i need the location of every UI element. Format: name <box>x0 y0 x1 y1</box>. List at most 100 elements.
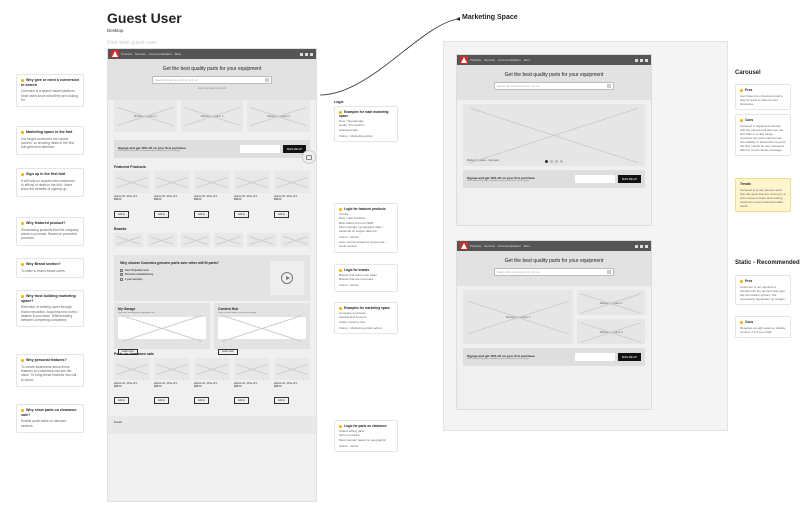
play-icon <box>281 272 293 284</box>
featured-label: Featured Products <box>108 162 316 171</box>
marketing-tile-2[interactable]: Marketing space 2 <box>577 290 645 315</box>
product-card[interactable]: Approx 16 - Price of it$48.00Add to <box>154 171 190 220</box>
variant-static: ProductsServicesCommercialisationMore Ge… <box>456 240 652 410</box>
featured-grid: Approx 16 - Price of it$48.00Add to Appr… <box>108 171 316 224</box>
chat-fab[interactable] <box>302 150 316 164</box>
product-card[interactable]: Approx 16 - Price of it$48.00Add to <box>114 171 150 220</box>
check-icon <box>120 278 123 281</box>
anno-box: Examples for main marketing space New / … <box>334 106 398 142</box>
note-brand: Why Brand section?To cater to brand awar… <box>16 258 84 278</box>
cart-icon[interactable] <box>310 53 313 56</box>
add-to-cart-button[interactable]: Add to <box>274 397 289 404</box>
search-icon[interactable] <box>607 84 611 88</box>
search-input[interactable]: Search with service part #, kit, unit, e… <box>494 82 614 90</box>
search-icon[interactable] <box>607 270 611 274</box>
product-card[interactable]: Approx 16 - Price of it$48.00Add to <box>274 358 310 407</box>
add-to-cart-button[interactable]: Add to <box>154 397 169 404</box>
signup-button[interactable]: SIGN ME UP <box>618 353 641 361</box>
note-clearance: Why show parts on clearance sale?Enable … <box>16 404 84 433</box>
variant-carousel: ProductsServicesCommercialisationMore Ge… <box>456 54 652 226</box>
search-placeholder: Search with service part #, kit, unit, e… <box>155 79 198 82</box>
user-icon[interactable] <box>640 59 643 62</box>
product-card[interactable]: Approx 16 - Price of it$48.00Add to <box>234 171 270 220</box>
note-static-cons: ConsRequires enough space to display con… <box>735 316 791 338</box>
add-to-cart-button[interactable]: Add to <box>114 211 129 218</box>
signup-button[interactable]: SIGN ME UP <box>618 175 641 183</box>
hub-illustration <box>218 317 306 339</box>
user-icon[interactable] <box>640 245 643 248</box>
signup-email-field[interactable] <box>575 353 615 361</box>
learn-more-button[interactable]: Learn more <box>218 349 238 355</box>
brand-tile[interactable] <box>214 233 243 247</box>
add-to-cart-button[interactable]: Add to <box>274 211 289 218</box>
marketing-tile-1[interactable]: Marketing space 1 <box>114 100 177 132</box>
add-to-cart-button[interactable]: Add to <box>114 397 129 404</box>
nav-item[interactable]: Commercialisation <box>149 52 172 56</box>
marketing-space-frame: ProductsServicesCommercialisationMore Ge… <box>443 41 728 431</box>
note-featured: Why featured product?Showcasing products… <box>16 217 84 246</box>
signup-email-field[interactable] <box>575 175 615 183</box>
clearance-grid: Approx 16 - Price of it$48.00Add to Appr… <box>108 358 316 411</box>
feature-panels: My Garage Save and manage your equipment… <box>108 303 316 349</box>
my-garage-card[interactable]: My Garage Save and manage your equipment… <box>114 303 210 349</box>
marketing-carousel[interactable]: Marketing space - Carousel <box>463 104 645 166</box>
logo-icon <box>460 56 468 64</box>
search-icon[interactable] <box>635 59 638 62</box>
chat-icon <box>306 155 312 160</box>
marketing-tile-3[interactable]: Marketing space 3 <box>577 319 645 344</box>
static-notes-heading: Static - Recommended <box>735 260 800 266</box>
marketing-row: Marketing space 1 Marketing space 2 Mark… <box>108 100 316 136</box>
hero: Get the best quality parts for your equi… <box>108 59 316 100</box>
note-signup: Sign up in the first foldIt will help us… <box>16 168 84 197</box>
hero-sub: see more about your part <box>114 87 310 90</box>
page-subtitle: Desktop <box>107 28 124 33</box>
nav-item[interactable]: Products <box>121 52 132 56</box>
brand-tile[interactable] <box>114 233 143 247</box>
note-pros: ProsCan have lots of business and a way … <box>735 84 791 110</box>
add-to-cart-button[interactable]: Add to <box>194 397 209 404</box>
user-icon[interactable] <box>305 53 308 56</box>
brand-tile[interactable] <box>147 233 176 247</box>
marketing-tile-2[interactable]: Marketing space 2 <box>181 100 244 132</box>
note-features: Why personal features?To create awarenes… <box>16 354 84 387</box>
add-to-cart-button[interactable]: Add to <box>234 211 249 218</box>
product-card[interactable]: Approx 16 - Price of it$48.00Add to <box>114 358 150 407</box>
page-title: Guest User <box>107 10 182 26</box>
video-thumbnail[interactable] <box>270 261 304 295</box>
carousel-dots[interactable] <box>545 160 563 163</box>
product-card[interactable]: Approx 16 - Price of it$48.00Add to <box>194 171 230 220</box>
product-card[interactable]: Approx 16 - Price of it$48.00Add to <box>274 171 310 220</box>
add-to-cart-button[interactable]: Add to <box>234 397 249 404</box>
search-icon[interactable] <box>635 245 638 248</box>
marketing-tile-1[interactable]: Marketing space 1 <box>463 290 573 344</box>
add-to-cart-button[interactable]: Add to <box>154 211 169 218</box>
brand-tile[interactable] <box>281 233 310 247</box>
product-card[interactable]: Approx 16 - Price of it$48.00Add to <box>234 358 270 407</box>
product-card[interactable]: Approx 16 - Price of it$48.00Add to <box>194 358 230 407</box>
carousel-notes-heading: Carousel <box>735 70 761 76</box>
search-input[interactable]: Search with service part #, kit, unit, e… <box>152 76 272 84</box>
note-fold: Marketing space in the foldOur target cu… <box>16 126 84 155</box>
brand-tile[interactable] <box>181 233 210 247</box>
marketing-tile-3[interactable]: Marketing space 3 <box>247 100 310 132</box>
cart-icon[interactable] <box>645 245 648 248</box>
brand-grid <box>108 233 316 253</box>
cart-icon[interactable] <box>645 59 648 62</box>
top-nav[interactable]: Products Services Commercialisation More <box>121 52 298 56</box>
product-card[interactable]: Approx 16 - Price of it$48.00Add to <box>154 358 190 407</box>
add-to-cart-button[interactable]: Add to <box>194 211 209 218</box>
signup-sub: We'll deliberately offer a maximum price… <box>118 150 186 152</box>
section-heading: First time guest user <box>107 40 157 46</box>
anno-featured: Logic for featured products Combo New / … <box>334 203 398 257</box>
signup-email-field[interactable] <box>240 145 280 153</box>
content-hub-card[interactable]: Content Hub Learn to take better care of… <box>214 303 310 349</box>
nav-item[interactable]: Services <box>135 52 146 56</box>
brand-tile[interactable] <box>247 233 276 247</box>
anno-brands: Logic for brands Brands that have most s… <box>334 264 398 296</box>
search-icon[interactable] <box>300 53 303 56</box>
note-trends: TrendsCarousel is a very famous word tha… <box>735 178 791 212</box>
search-icon[interactable] <box>265 78 269 82</box>
search-input[interactable]: Search with service part #, kit, unit, e… <box>494 268 614 276</box>
nav-item[interactable]: More <box>175 52 181 56</box>
check-icon <box>120 273 123 276</box>
